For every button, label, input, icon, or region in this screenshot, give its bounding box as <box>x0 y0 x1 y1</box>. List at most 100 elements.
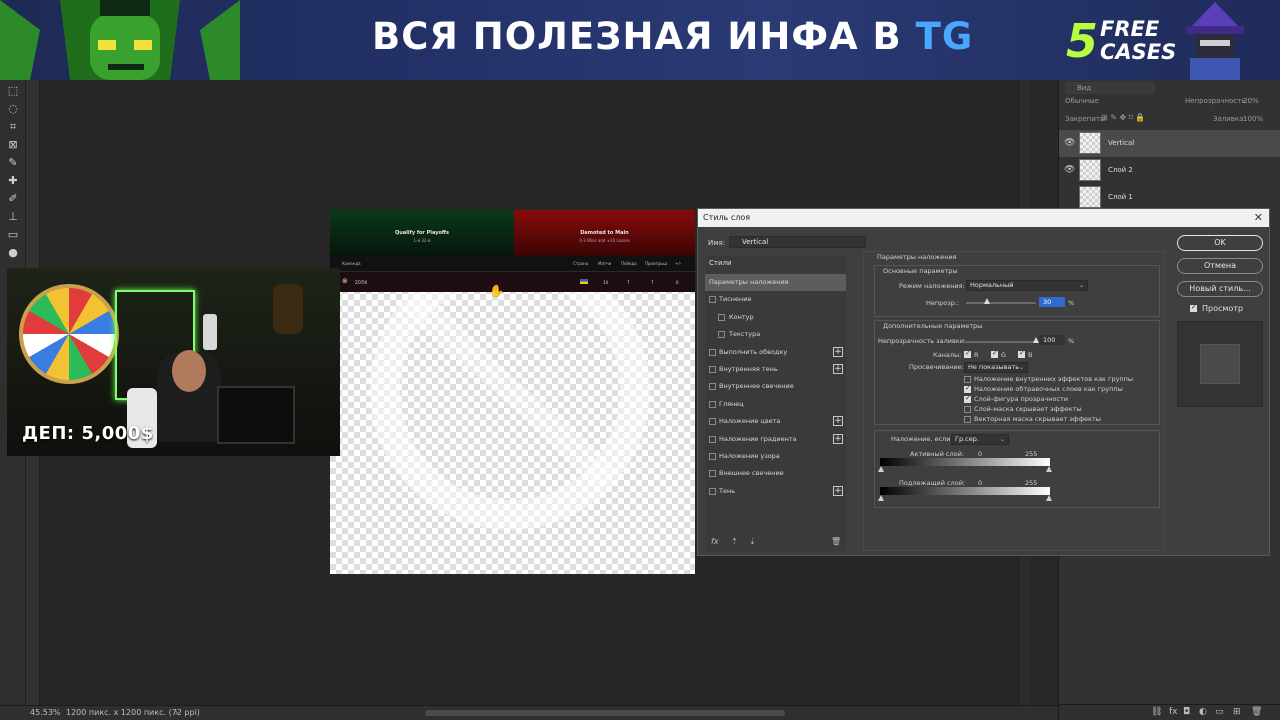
status-menu-arrow[interactable]: › <box>175 706 178 720</box>
layer-blend-mode[interactable]: Обычные <box>1065 97 1099 105</box>
blend-mode-select[interactable]: Нормальный ⌄ <box>966 280 1088 291</box>
add-style-icon[interactable]: + <box>833 346 843 357</box>
styles-header[interactable]: Стили <box>705 256 846 270</box>
zoom-level[interactable]: 45.53% <box>30 706 61 720</box>
fill-opacity-slider[interactable] <box>966 337 1039 343</box>
style-item[interactable]: Выполнить обводку + <box>705 344 846 361</box>
style-checkbox[interactable] <box>709 418 716 426</box>
style-checkbox[interactable] <box>709 296 716 304</box>
layer-row[interactable]: 👁 Слой 2 <box>1059 157 1280 184</box>
add-style-icon[interactable]: + <box>833 485 843 496</box>
eye-icon[interactable]: 👁 <box>1064 165 1075 175</box>
layer-opacity-value[interactable]: 20% <box>1243 97 1259 105</box>
style-checkbox[interactable] <box>718 331 725 339</box>
style-item[interactable]: Наложение узора <box>705 448 846 465</box>
lasso-tool-icon[interactable]: ◌ <box>5 102 21 116</box>
layer-search-input[interactable]: Вид <box>1065 82 1155 94</box>
ok-button[interactable]: OK <box>1177 235 1263 251</box>
style-checkbox[interactable] <box>709 366 716 373</box>
horizontal-scrollbar[interactable] <box>425 710 785 716</box>
close-icon[interactable]: ✕ <box>1254 209 1263 227</box>
opacity-slider-knob[interactable] <box>984 298 990 304</box>
blend-if-select[interactable]: Гр.сер. ⌄ <box>951 434 1009 445</box>
eraser-tool-icon[interactable]: ▭ <box>5 228 21 242</box>
eyedropper-tool-icon[interactable]: ✎ <box>5 156 21 170</box>
lock-icons[interactable]: ⊞ ✎ ✥ ⌑ 🔒 <box>1101 113 1145 122</box>
add-style-icon[interactable]: + <box>833 416 843 427</box>
crop-tool-icon[interactable]: ⌗ <box>5 120 21 134</box>
dodge-tool-icon[interactable]: ● <box>5 246 21 260</box>
style-checkbox[interactable] <box>709 348 716 356</box>
frame-tool-icon[interactable]: ⊠ <box>5 138 21 152</box>
style-checkbox[interactable] <box>718 313 725 321</box>
style-item[interactable]: Внутреннее свечение <box>705 378 846 395</box>
link-layers-icon[interactable]: ⛓ <box>1151 707 1162 717</box>
style-item[interactable]: Тень + <box>705 483 846 500</box>
stamp-tool-icon[interactable]: ⊥ <box>5 210 21 224</box>
marquee-tool-icon[interactable]: ⬚ <box>5 84 21 98</box>
add-style-icon[interactable]: + <box>833 364 843 374</box>
style-item[interactable]: Наложение градиента + <box>705 431 846 448</box>
style-checkbox[interactable] <box>709 435 716 443</box>
this-layer-black-slider[interactable] <box>878 466 884 472</box>
brush-tool-icon[interactable]: ✐ <box>5 192 21 206</box>
underlying-gradient[interactable] <box>880 487 1050 495</box>
option-checkbox[interactable] <box>964 394 971 403</box>
option-checkbox[interactable] <box>964 416 971 423</box>
layer-row[interactable]: 👁 Vertical <box>1059 130 1280 157</box>
style-item[interactable]: Текстура <box>705 326 846 343</box>
opacity-value[interactable]: 30 <box>1039 297 1065 307</box>
underlying-black-slider[interactable] <box>878 495 884 501</box>
adjustment-layer-icon[interactable]: ◐ <box>1199 707 1207 717</box>
fx-icon[interactable]: fx <box>711 537 719 546</box>
trash-icon[interactable]: 🗑 <box>831 537 841 546</box>
channel-g-checkbox[interactable] <box>991 349 998 358</box>
option-checkbox[interactable] <box>964 376 971 383</box>
add-style-icon[interactable]: + <box>833 433 843 444</box>
add-mask-icon[interactable]: ◘ <box>1183 707 1190 717</box>
fill-opacity-value[interactable]: 100 <box>1039 335 1065 345</box>
preview-checkbox[interactable] <box>1190 303 1197 312</box>
opacity-slider[interactable] <box>966 298 1036 304</box>
channel-b-label: B <box>1028 351 1033 359</box>
style-checkbox[interactable] <box>709 453 716 460</box>
move-up-icon[interactable]: ⇡ <box>731 537 738 546</box>
general-title: Основные параметры <box>883 267 958 275</box>
this-layer-white-slider[interactable] <box>1046 466 1052 472</box>
eye-icon[interactable]: 👁 <box>1064 138 1075 148</box>
new-layer-icon[interactable]: ⊞ <box>1233 707 1241 717</box>
option-checkbox[interactable] <box>964 384 971 393</box>
delete-layer-icon[interactable]: 🗑 <box>1251 707 1262 717</box>
style-item[interactable]: Глянец <box>705 396 846 413</box>
cancel-button[interactable]: Отмена <box>1177 258 1263 274</box>
style-checkbox[interactable] <box>709 487 716 495</box>
style-preview-swatch <box>1177 321 1263 407</box>
style-item[interactable]: Внутренняя тень + <box>705 361 846 378</box>
layer-row[interactable]: Слой 1 <box>1059 184 1280 211</box>
fx-icon[interactable]: fx <box>1169 707 1178 717</box>
style-item[interactable]: Тиснение <box>705 291 846 308</box>
style-item[interactable]: Наложение цвета + <box>705 413 846 430</box>
style-item[interactable]: Внешнее свечение <box>705 465 846 482</box>
option-checkbox[interactable] <box>964 406 971 413</box>
channel-b-checkbox[interactable] <box>1018 349 1025 358</box>
move-down-icon[interactable]: ⇣ <box>749 537 756 546</box>
style-checkbox[interactable] <box>709 400 716 408</box>
style-item-label: Глянец <box>719 399 744 408</box>
style-item[interactable]: Контур <box>705 309 846 326</box>
channel-r-checkbox[interactable] <box>964 349 971 358</box>
style-checkbox[interactable] <box>709 383 716 391</box>
dialog-titlebar[interactable]: Стиль слоя ✕ <box>698 209 1269 227</box>
underlying-white-slider[interactable] <box>1046 495 1052 501</box>
new-group-icon[interactable]: ▭ <box>1215 707 1224 717</box>
style-item[interactable]: Параметры наложения <box>705 274 846 291</box>
this-layer-gradient[interactable] <box>880 458 1050 466</box>
new-style-button[interactable]: Новый стиль... <box>1177 281 1263 297</box>
healing-tool-icon[interactable]: ✚ <box>5 174 21 188</box>
style-checkbox[interactable] <box>709 470 716 478</box>
knockout-select[interactable]: Не показывать ⌄ <box>964 362 1028 373</box>
banner-title-main: ВСЯ ПОЛЕЗНАЯ ИНФА В <box>372 15 902 58</box>
fill-value[interactable]: 100% <box>1243 115 1263 123</box>
layer-name-input[interactable]: Vertical <box>729 236 866 248</box>
style-item-label: Тиснение <box>719 295 752 304</box>
